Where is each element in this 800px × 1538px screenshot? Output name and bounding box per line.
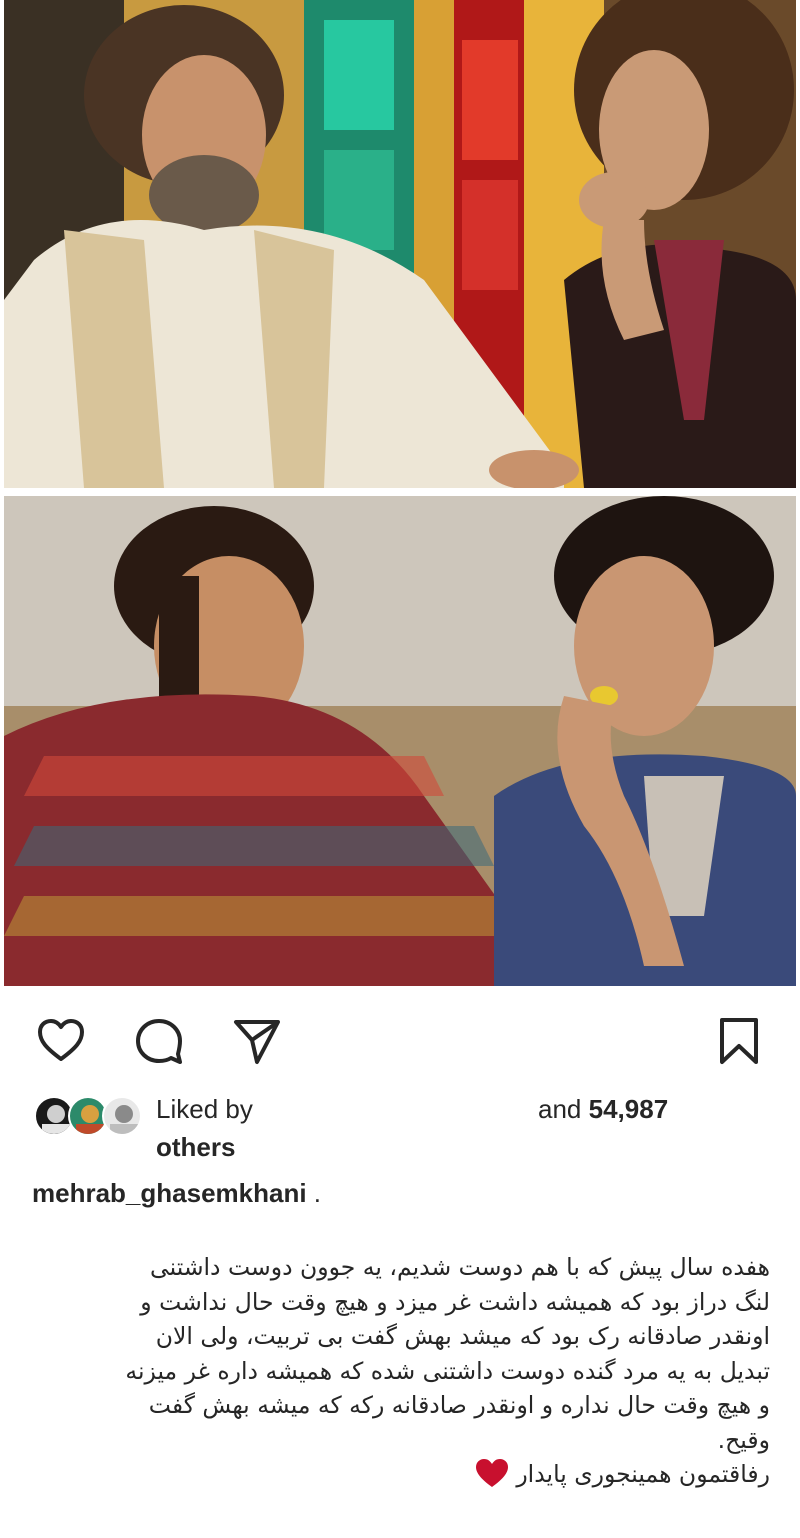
likes-summary[interactable]: Liked by and 54,987 others: [32, 1090, 772, 1170]
likes-count[interactable]: and 54,987: [538, 1094, 668, 1125]
caption-line: اونقدر صادقانه رک بود که میشد بهش گفت بی…: [155, 1322, 770, 1350]
caption-line: و هیچ وقت حال نداره و اونقدر صادقانه رکه…: [148, 1391, 770, 1419]
caption-line: لنگ دراز بود که همیشه داشت غر میزد و هیچ…: [140, 1287, 770, 1316]
avatar[interactable]: [102, 1096, 142, 1136]
heart-outline-icon[interactable]: [36, 1016, 86, 1066]
post-action-bar: [0, 1010, 800, 1070]
post-caption: هفده سال پیش که با هم دوست شدیم، یه جوون…: [30, 1250, 770, 1492]
author-username[interactable]: mehrab_ghasemkhani: [32, 1178, 307, 1208]
likes-number: 54,987: [588, 1094, 669, 1124]
and-label: and: [538, 1094, 582, 1124]
photo-divider: [0, 488, 800, 496]
bookmark-icon[interactable]: [714, 1016, 764, 1066]
liked-by-label: Liked by: [156, 1094, 253, 1124]
red-heart-emoji-icon: [475, 1458, 509, 1488]
photo-bottom-illustration: [4, 496, 796, 986]
post-photo-bottom[interactable]: [4, 496, 796, 986]
caption-line: هفده سال پیش که با هم دوست شدیم، یه جوون…: [150, 1253, 770, 1281]
comment-bubble-icon[interactable]: [134, 1016, 184, 1066]
username-separator: .: [313, 1178, 322, 1208]
photo-top-illustration: [4, 0, 796, 488]
caption-last-line: رفاقتمون همینجوری پایدار: [30, 1457, 770, 1492]
liker-avatars[interactable]: [34, 1096, 142, 1136]
caption-line: وقیح.: [717, 1425, 770, 1454]
post-photo-top[interactable]: [4, 0, 796, 488]
paper-plane-icon[interactable]: [232, 1016, 282, 1066]
caption-line: تبدیل به یه مرد گنده دوست داشتنی شده که …: [125, 1356, 770, 1385]
post-author[interactable]: mehrab_ghasemkhani .: [32, 1178, 321, 1209]
caption-line: رفاقتمون همینجوری پایدار: [516, 1460, 770, 1488]
others-label[interactable]: others: [156, 1132, 235, 1163]
